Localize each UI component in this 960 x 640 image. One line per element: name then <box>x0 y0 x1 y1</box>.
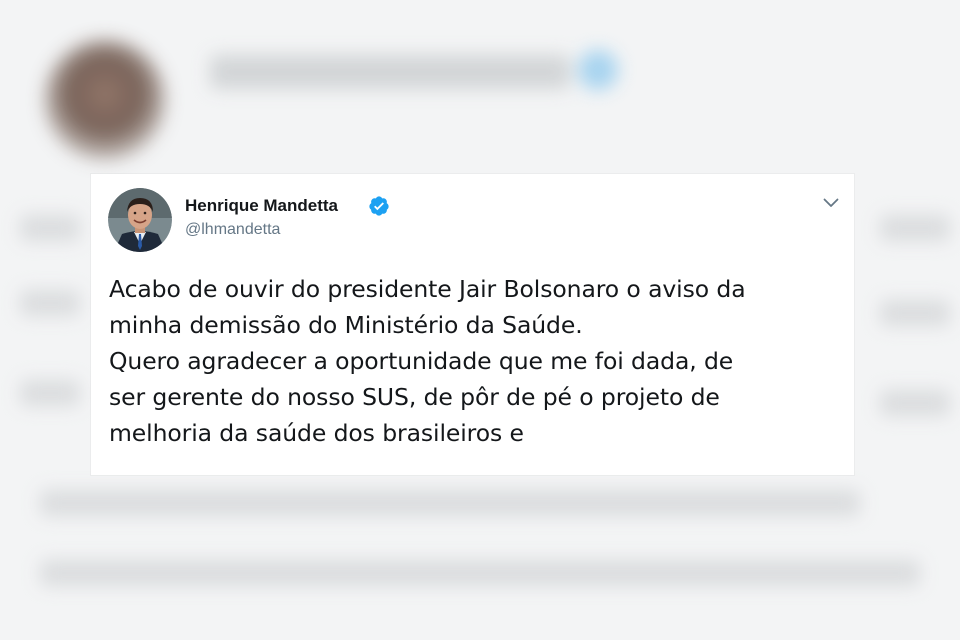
blurred-line <box>20 290 80 316</box>
blurred-line <box>880 390 950 416</box>
blurred-line <box>40 560 920 586</box>
verified-badge-icon <box>369 196 389 216</box>
avatar-image <box>108 188 172 252</box>
blurred-name <box>210 55 570 89</box>
avatar[interactable] <box>108 188 172 252</box>
blurred-line <box>880 300 950 326</box>
tweet-text-line: melhoria da saúde dos brasileiros e <box>109 419 524 447</box>
tweet-text-line: Acabo de ouvir do presidente Jair Bolson… <box>109 275 746 303</box>
tweet-text-line: Quero agradecer a oportunidade que me fo… <box>109 347 734 375</box>
tweet-card: Henrique Mandetta @lhmandetta Acabo de o… <box>91 174 854 475</box>
more-options-button[interactable] <box>820 192 842 214</box>
blurred-line <box>20 380 80 406</box>
tweet-text-line: ser gerente do nosso SUS, de pôr de pé o… <box>109 383 720 411</box>
blurred-line <box>20 215 80 241</box>
blurred-line <box>880 215 950 241</box>
blurred-avatar <box>45 40 165 160</box>
chevron-down-icon <box>823 198 839 207</box>
blurred-badge <box>578 50 618 90</box>
author-handle[interactable]: @lhmandetta <box>185 221 280 239</box>
blurred-line <box>40 490 860 516</box>
tweet-text: Acabo de ouvir do presidente Jair Bolson… <box>109 271 839 451</box>
author-name[interactable]: Henrique Mandetta <box>185 196 338 216</box>
tweet-text-line: minha demissão do Ministério da Saúde. <box>109 311 583 339</box>
